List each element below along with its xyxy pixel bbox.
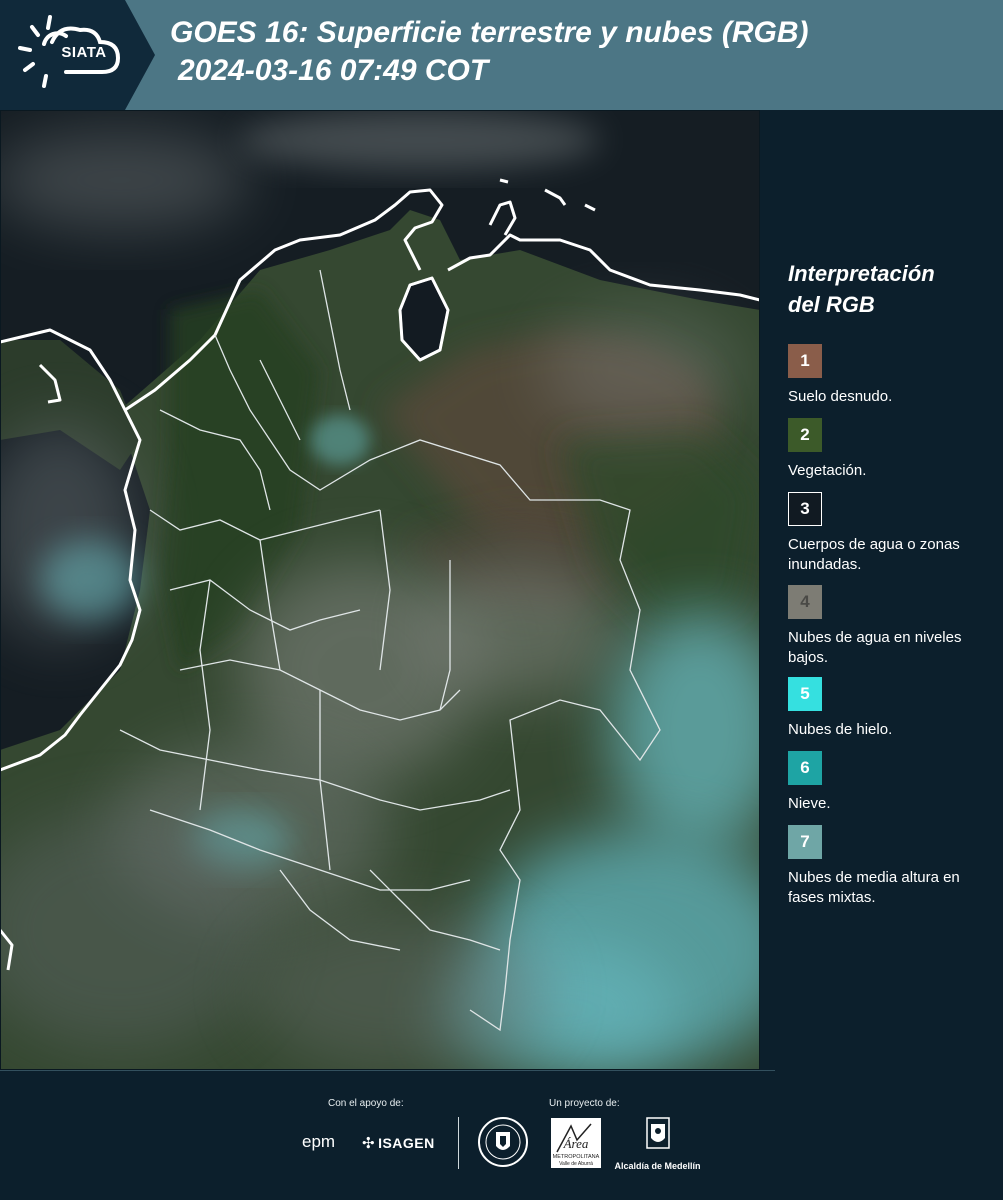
area-metropolitana-logo-icon: Área METROPOLITANA Valle de Aburrá — [551, 1118, 601, 1173]
legend-title-line-1: Interpretación — [788, 261, 935, 286]
siata-logo: SIATA — [0, 0, 155, 110]
legend-swatch-6: 6 — [788, 751, 822, 785]
legend-item-5: 5 Nubes de hielo. — [788, 677, 993, 740]
legend-title: Interpretación del RGB — [788, 258, 993, 320]
legend-label-2: Vegetación. — [788, 462, 867, 479]
legend-title-line-2: del RGB — [788, 292, 875, 317]
legend-item-2: 2 Vegetación. — [788, 418, 993, 481]
satellite-map — [0, 110, 800, 1080]
alcaldia-logo: Alcaldía de Medellín — [610, 1116, 705, 1171]
legend-swatch-1: 1 — [788, 344, 822, 378]
footer-divider-line — [0, 1070, 775, 1071]
legend-label-7: Nubes de media altura en fases mixtas. — [788, 869, 960, 906]
area-text-2: METROPOLITANA — [553, 1154, 600, 1160]
legend-swatch-4: 4 — [788, 585, 822, 619]
legend-item-1: 1 Suelo desnudo. — [788, 344, 993, 407]
alcaldia-crest-icon — [645, 1117, 670, 1149]
medellin-seal-icon — [477, 1116, 529, 1173]
isagen-logo: ✣ ISAGEN — [362, 1134, 435, 1152]
legend-label-4: Nubes de agua en niveles bajos. — [788, 629, 962, 666]
area-text-1: Área — [563, 1136, 589, 1151]
legend-swatch-5: 5 — [788, 677, 822, 711]
area-text-3: Valle de Aburrá — [559, 1161, 593, 1167]
legend-item-4: 4 Nubes de agua en niveles bajos. — [788, 585, 993, 668]
legend-label-5: Nubes de hielo. — [788, 721, 893, 738]
isagen-text: ISAGEN — [378, 1135, 435, 1151]
legend-label-1: Suelo desnudo. — [788, 388, 893, 405]
legend-item-7: 7 Nubes de media altura en fases mixtas. — [788, 825, 993, 908]
support-label: Con el apoyo de: — [328, 1098, 404, 1109]
header-bar: SIATA GOES 16: Superficie terrestre y nu… — [0, 0, 1003, 110]
footer: Con el apoyo de: Un proyecto de: epm ✣ IS… — [0, 1070, 1003, 1200]
title-line-2: 2024-03-16 07:49 COT — [178, 54, 489, 87]
legend-swatch-7: 7 — [788, 825, 822, 859]
legend-label-6: Nieve. — [788, 795, 831, 812]
satellite-image — [0, 110, 800, 1080]
page-title: GOES 16: Superficie terrestre y nubes (R… — [170, 14, 990, 90]
rgb-legend: Interpretación del RGB 1 Suelo desnudo. … — [788, 258, 993, 906]
legend-swatch-2: 2 — [788, 418, 822, 452]
title-line-1: GOES 16: Superficie terrestre y nubes (R… — [170, 16, 809, 49]
project-label: Un proyecto de: — [549, 1098, 620, 1109]
legend-swatch-3: 3 — [788, 492, 822, 526]
legend-item-3: 3 Cuerpos de agua o zonas inundadas. — [788, 492, 993, 575]
logo-divider — [458, 1117, 459, 1169]
isagen-mark-icon: ✣ — [362, 1135, 376, 1152]
legend-label-3: Cuerpos de agua o zonas inundadas. — [788, 536, 960, 573]
siata-logo-text: SIATA — [61, 44, 107, 61]
legend-item-6: 6 Nieve. — [788, 751, 993, 814]
alcaldia-text: Alcaldía de Medellín — [614, 1161, 701, 1171]
epm-logo: epm — [302, 1132, 336, 1151]
